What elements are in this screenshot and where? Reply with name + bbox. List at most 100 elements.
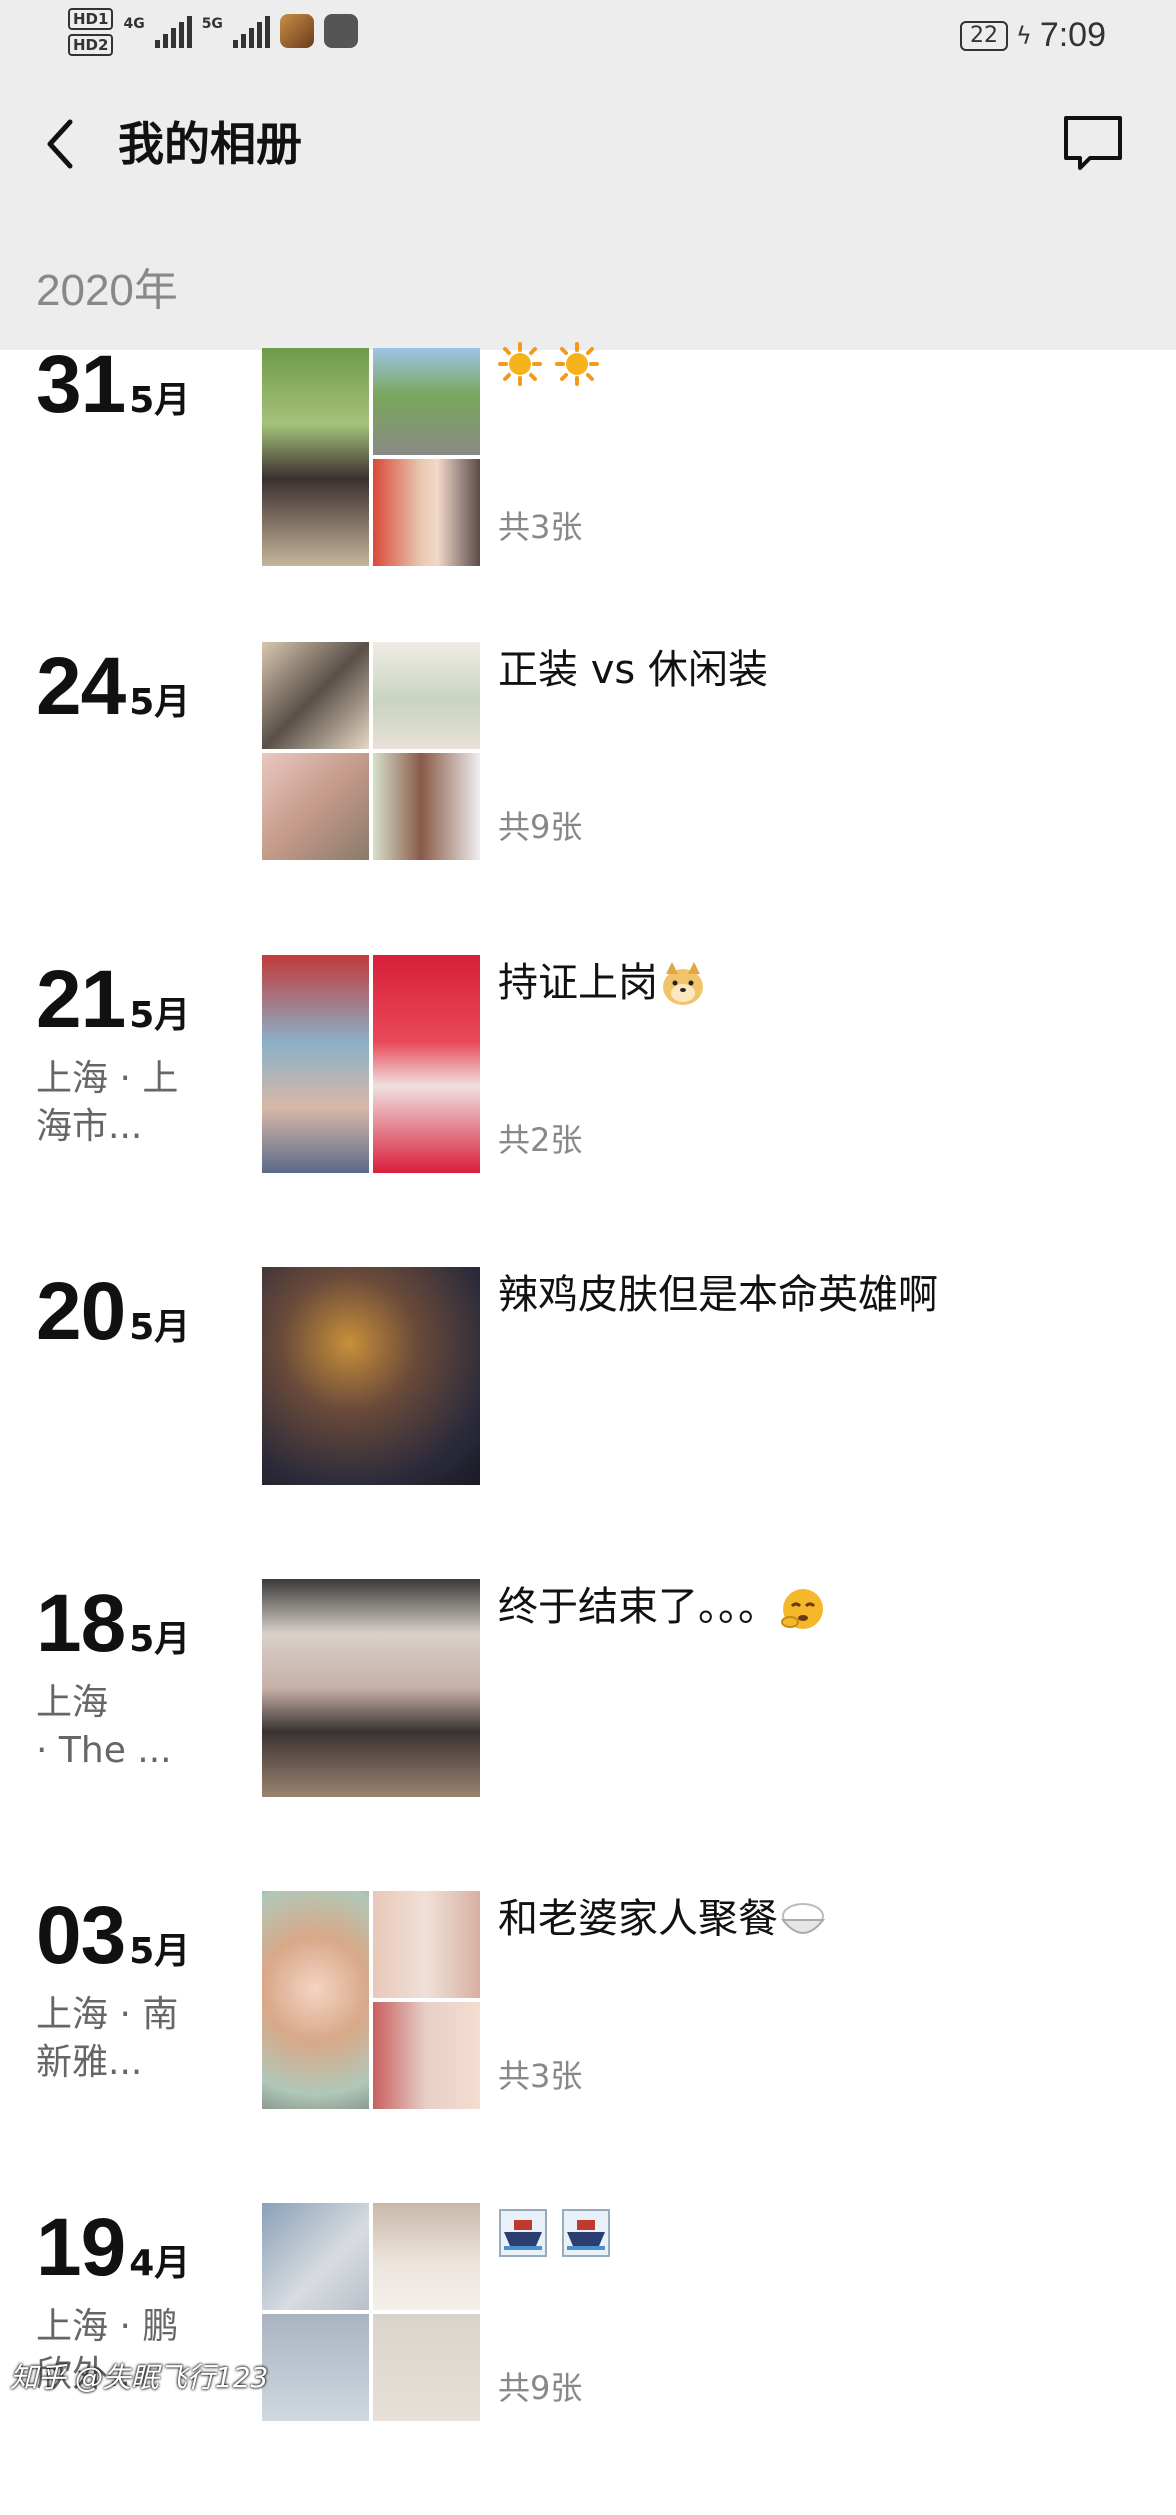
location-line: · The ... [36,1730,172,1771]
photo-count: 共2张 [498,1121,583,1159]
entry-month: 5月 [129,995,191,1036]
photo-thumbnail[interactable] [262,642,369,749]
clock: 7:09 [1039,16,1106,54]
photo-count: 共9张 [498,808,583,846]
album-entry[interactable]: 18 5月 上海 · The ... 终于结束了。。。 [0,1579,1176,1891]
status-right: 22 ϟ 7:09 [959,16,1106,55]
signal-icon-1 [154,8,192,48]
entry-date: 21 5月 [36,955,190,1045]
entry-caption: 终于结束了。。。 [498,1579,828,1635]
photo-thumbnail[interactable] [373,2314,480,2421]
doge-emoji-icon [658,960,708,1010]
entry-date: 03 5月 [36,1891,190,1981]
entry-day: 31 [36,339,126,430]
entry-date: 20 5月 [36,1267,190,1357]
photo-grid[interactable] [262,1891,480,2109]
entry-location: 上海 · The ... [36,1679,236,1775]
entry-caption: 正装 vs 休闲装 [498,647,768,693]
photo-count: 共3张 [498,2057,583,2095]
hd2-badge: HD2 [68,34,114,56]
photo-grid[interactable] [262,642,480,860]
photo-thumbnail[interactable] [373,459,480,566]
location-line: 上海 · 鹏 [36,2306,179,2347]
caption-text: 和老婆家人聚餐 [498,1896,778,1942]
photo-thumbnail[interactable] [262,1579,480,1797]
entry-date: 18 5月 [36,1579,190,1669]
photo-count: 共9张 [498,2369,583,2407]
nav-bar: 我的相册 [0,70,1176,220]
photo-grid[interactable] [262,1579,480,1797]
net1-label: 4G [123,16,145,32]
location-line: 上海 [36,1682,109,1723]
entry-date: 24 5月 [36,642,190,732]
photo-grid[interactable] [262,2203,480,2421]
battery-icon: 22 [959,20,1008,51]
photo-thumbnail[interactable] [262,1267,480,1485]
caption-text: 终于结束了。。。 [498,1584,778,1630]
photo-thumbnail[interactable] [262,2203,369,2310]
photo-thumbnail[interactable] [373,753,480,860]
photo-thumbnail[interactable] [373,1891,480,1998]
album-entry[interactable]: 21 5月 上海 · 上海市... 持证上岗 共2张 [0,955,1176,1267]
huawei-app-icon [323,14,358,48]
ship-emoji-icon [561,2208,611,2258]
photo-grid[interactable] [262,1267,480,1485]
location-line: 上海 · 上 [36,1058,179,1099]
photo-count: 共3张 [498,508,583,546]
hd1-badge: HD1 [68,8,114,30]
year-header: 2020年 [0,220,1176,350]
album-entry[interactable]: 03 5月 上海 · 南新雅... 和老婆家人聚餐 共3张 [0,1891,1176,2203]
entry-month: 4月 [129,2243,191,2284]
album-entry[interactable]: 24 5月 正装 vs 休闲装 共9张 [0,642,1176,954]
entry-caption [498,2203,611,2259]
entry-day: 20 [36,1266,126,1357]
rice-emoji-icon [778,1896,828,1946]
entry-day: 19 [36,2202,126,2293]
photo-grid[interactable] [262,955,480,1173]
entry-caption: 辣鸡皮肤但是本命英雄啊 [498,1272,938,1318]
sim-indicators: HD1 HD2 [68,8,114,56]
photo-thumbnail[interactable] [373,955,480,1173]
photo-thumbnail[interactable] [262,2314,369,2421]
entry-month: 5月 [129,682,191,723]
entry-day: 21 [36,954,126,1045]
location-line: 上海 · 南 [36,1994,179,2035]
entry-location: 上海 · 南新雅... [36,1991,236,2087]
photo-thumbnail[interactable] [373,642,480,749]
status-bar: HD1 HD2 4G 5G 22 ϟ 7:09 [0,0,1176,70]
entry-month: 5月 [129,1619,191,1660]
album-entry[interactable]: 31 5月 共3张 [0,340,1176,652]
entry-month: 5月 [129,1307,191,1348]
watermark: 知乎 @失眠飞行123 [10,2361,269,2394]
signal-icon-2 [232,8,270,48]
entry-month: 5月 [129,1931,191,1972]
status-left: HD1 HD2 4G 5G [68,8,358,56]
caption-text: 持证上岗 [498,960,658,1006]
entry-caption [498,334,599,390]
game-app-icon [279,14,314,48]
year-label: 2020年 [36,266,178,315]
location-line: 新雅... [36,2042,143,2083]
chevron-left-icon[interactable] [40,114,80,174]
chat-bubble-icon[interactable] [1062,114,1124,174]
entry-caption: 持证上岗 [498,955,708,1011]
photo-thumbnail[interactable] [373,2203,480,2310]
net2-label: 5G [201,16,223,32]
sun-emoji-icon [554,342,599,386]
photo-thumbnail[interactable] [262,1891,369,2109]
photo-thumbnail[interactable] [262,348,369,566]
album-entry[interactable]: 20 5月 辣鸡皮肤但是本命英雄啊 [0,1267,1176,1579]
entry-day: 24 [36,641,126,732]
ship-emoji-icon [498,2208,548,2258]
sun-emoji-icon [498,342,542,386]
photo-thumbnail[interactable] [373,2002,480,2109]
entry-date: 19 4月 [36,2203,190,2293]
charging-icon: ϟ [1015,21,1032,50]
huff-emoji-icon [778,1584,828,1634]
photo-thumbnail[interactable] [373,348,480,455]
photo-thumbnail[interactable] [262,955,369,1173]
photo-grid[interactable] [262,348,480,566]
entry-caption: 和老婆家人聚餐 [498,1891,828,1947]
location-line: 海市... [36,1106,143,1147]
photo-thumbnail[interactable] [262,753,369,860]
